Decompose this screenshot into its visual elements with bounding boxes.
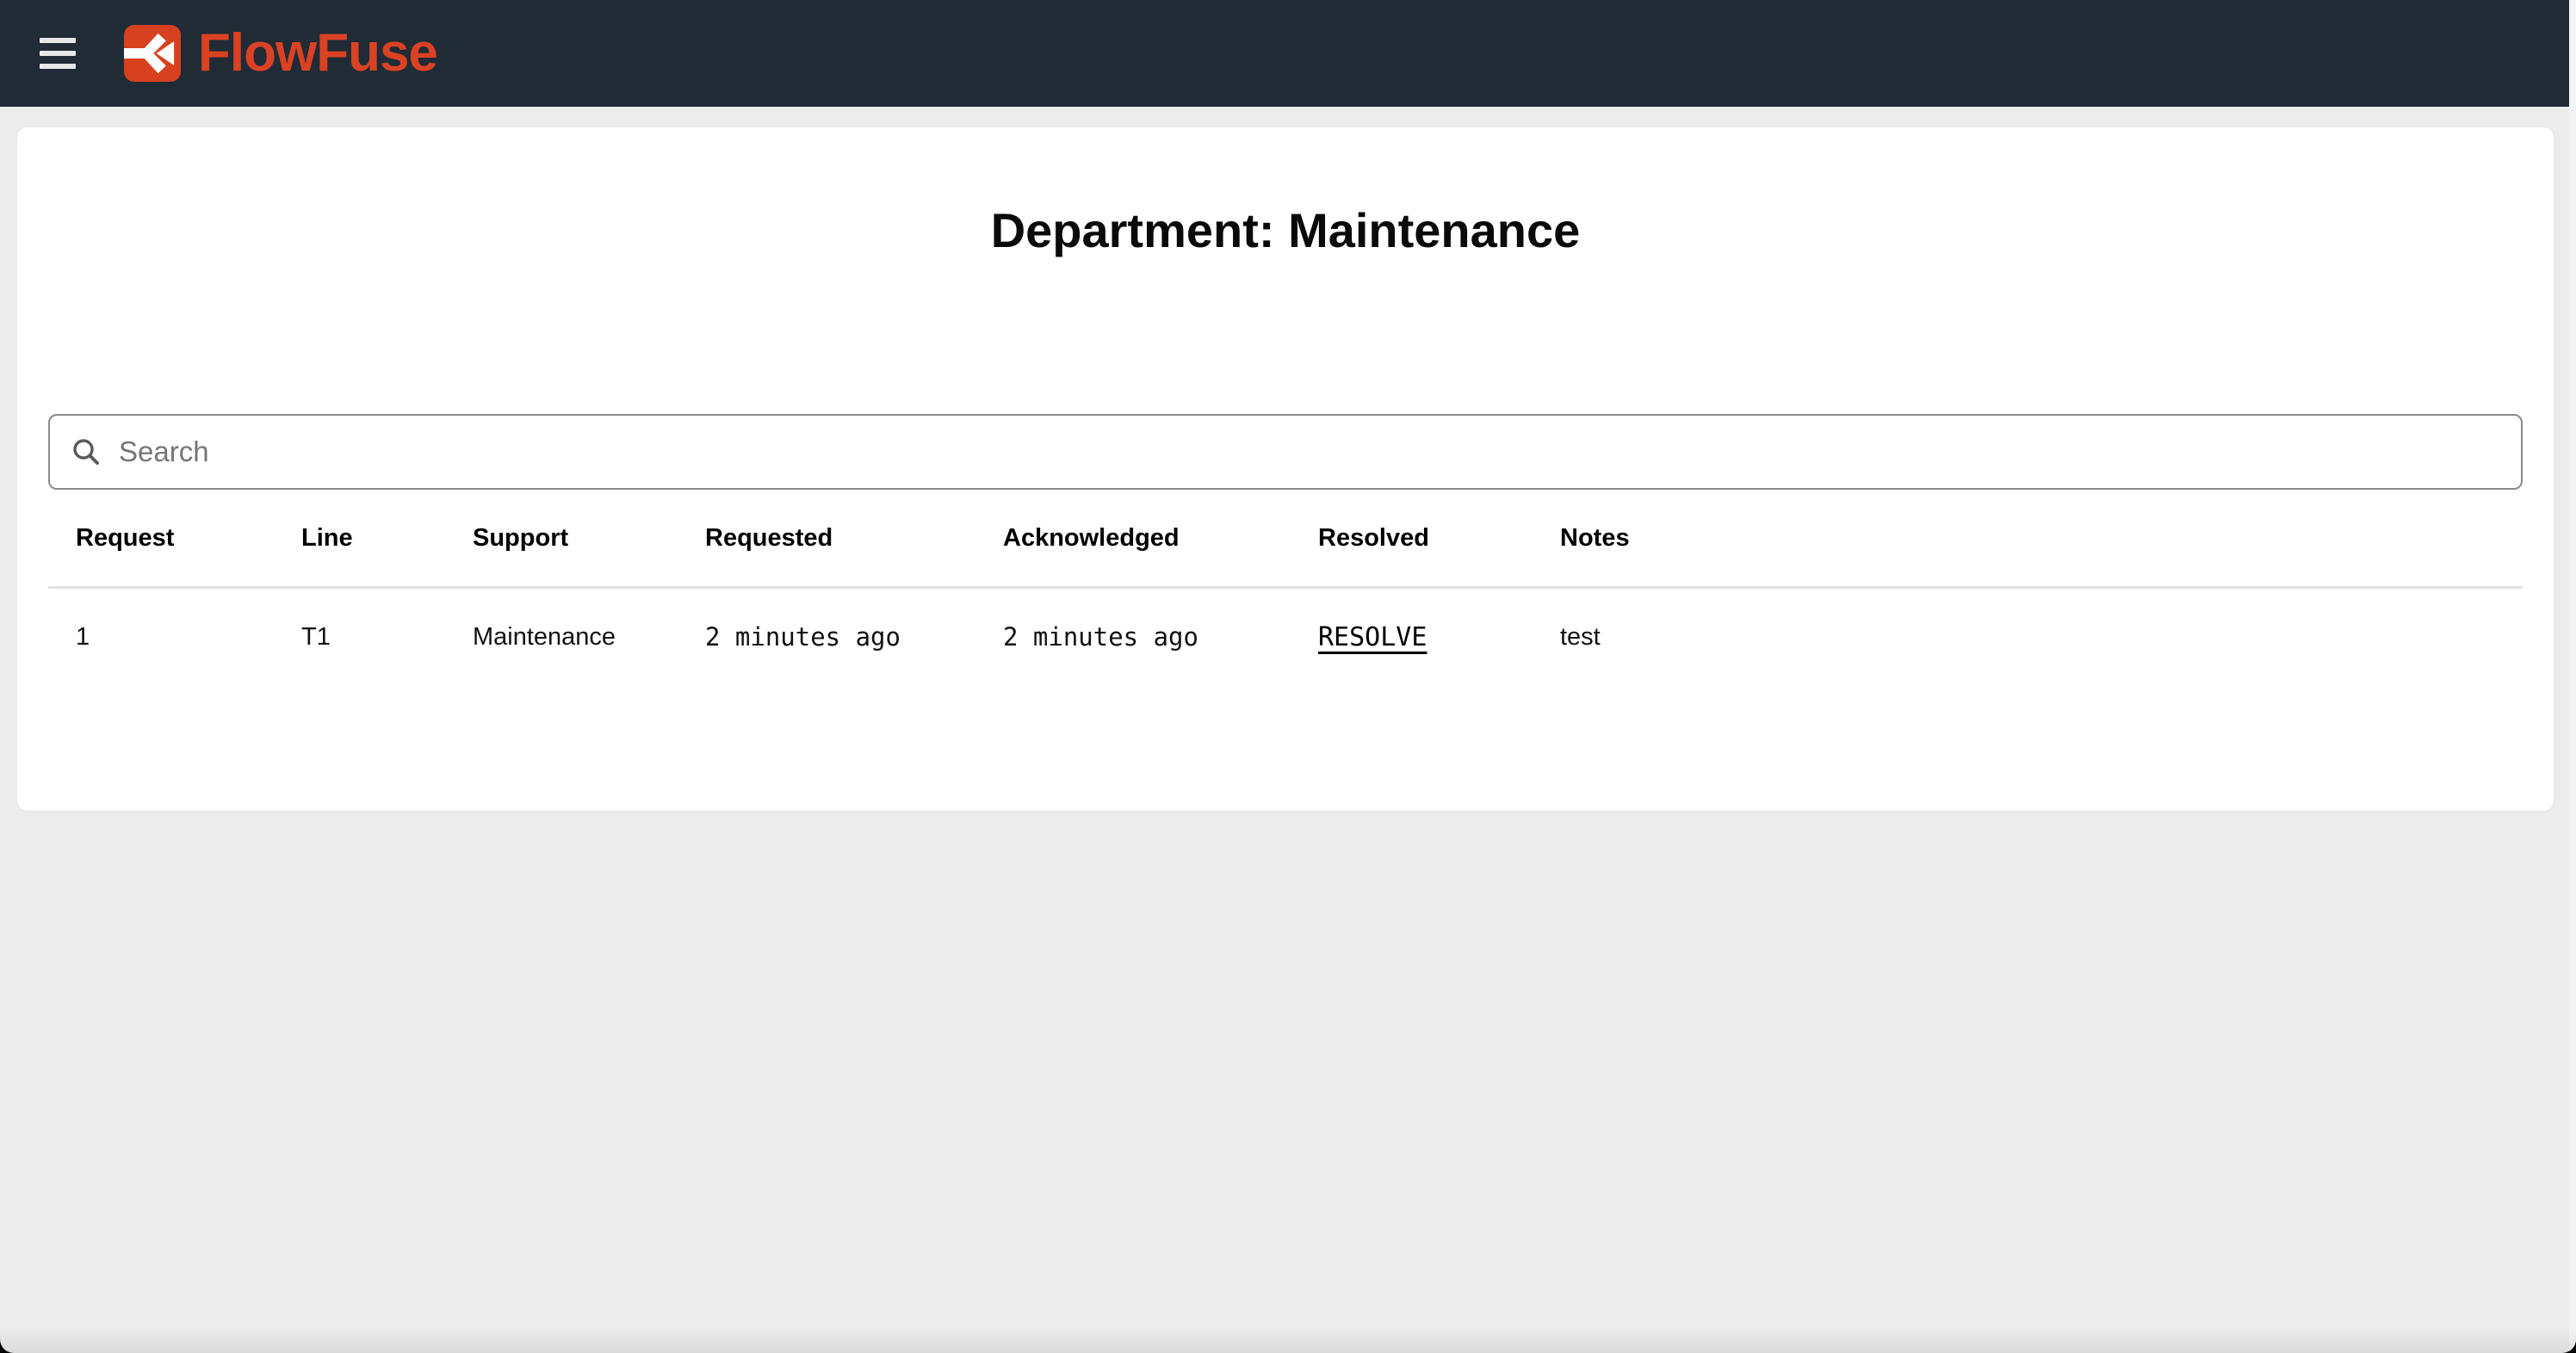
- cell-acknowledged: 2 minutes ago: [975, 588, 1291, 686]
- resolve-link[interactable]: RESOLVE: [1318, 622, 1427, 652]
- app-window: FlowFuse Department: Maintenance Request…: [0, 0, 2576, 1353]
- cell-resolved: RESOLVE: [1291, 588, 1533, 686]
- search-box[interactable]: [48, 414, 2523, 490]
- table-header-row: Request Line Support Requested Acknowled…: [48, 490, 2523, 588]
- flowfuse-logo: FlowFuse: [124, 25, 437, 82]
- page-title: Department: Maintenance: [48, 127, 2523, 255]
- column-header-line: Line: [274, 490, 445, 588]
- cell-requested: 2 minutes ago: [678, 588, 975, 686]
- column-header-acknowledged: Acknowledged: [975, 490, 1291, 588]
- hamburger-icon: [40, 64, 76, 69]
- table-row: 1 T1 Maintenance 2 minutes ago 2 minutes…: [48, 588, 2523, 686]
- search-input[interactable]: [117, 435, 2500, 469]
- flowfuse-wordmark: FlowFuse: [198, 27, 437, 80]
- flowfuse-logo-icon: [124, 25, 181, 82]
- requests-table: Request Line Support Requested Acknowled…: [48, 490, 2523, 685]
- cell-line: T1: [274, 588, 445, 686]
- column-header-support: Support: [445, 490, 678, 588]
- hamburger-icon: [40, 38, 76, 43]
- menu-button[interactable]: [28, 22, 90, 84]
- app-header: FlowFuse: [0, 0, 2576, 107]
- content-card: Department: Maintenance Request Line Sup…: [17, 127, 2554, 811]
- cell-support: Maintenance: [445, 588, 678, 686]
- column-header-resolved: Resolved: [1291, 490, 1533, 588]
- column-header-notes: Notes: [1533, 490, 2523, 588]
- search-icon: [71, 436, 102, 467]
- column-header-request: Request: [48, 490, 274, 588]
- hamburger-icon: [40, 51, 76, 56]
- column-header-requested: Requested: [678, 490, 975, 588]
- scrollbar-track[interactable]: [2569, 0, 2576, 1353]
- cell-notes: test: [1533, 588, 2523, 686]
- cell-request: 1: [48, 588, 274, 686]
